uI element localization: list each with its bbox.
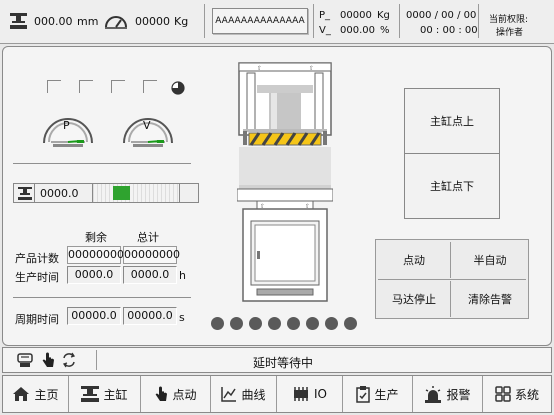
load-unit: Kg	[174, 15, 189, 28]
jog-button[interactable]: 点动	[378, 242, 451, 278]
indicator-box-4	[143, 80, 157, 93]
position-readout: 0000.0	[13, 183, 199, 203]
press-machine-diagram: ⇧ ⇧ ⇧ ⇧	[237, 62, 333, 302]
pressure-label: P_	[319, 10, 331, 21]
nav-system[interactable]: 系统	[483, 376, 551, 412]
position-progress-fill	[113, 186, 130, 200]
press-icon	[10, 13, 27, 29]
product-total-field[interactable]: 00000000	[123, 246, 180, 264]
production-time-unit: h	[179, 269, 186, 282]
product-remaining-field[interactable]: 00000000	[67, 246, 124, 264]
load-value: 00000	[135, 15, 170, 28]
product-count-label: 产品计数	[15, 252, 59, 265]
nav-alarm-label: 报警	[446, 387, 471, 402]
main-panel: P V 0000.0 剩余 总计 产品计数 00000000 00000000	[2, 46, 552, 346]
header-bar: 000.00 mm 00000 Kg AAAAAAAAAAAAAA P_ 000…	[0, 0, 554, 44]
date-display: 0000 / 00 / 00	[406, 10, 477, 21]
hand-icon[interactable]	[41, 352, 55, 368]
status-dot	[249, 317, 262, 330]
permission-label: 当前权限:	[489, 15, 529, 25]
nav-alarm[interactable]: 报警	[413, 376, 483, 412]
motor-stop-button[interactable]: 马达停止	[378, 281, 451, 317]
position-progress-track	[92, 184, 180, 202]
cycle-time-field-1[interactable]: 00000.0	[67, 307, 121, 325]
nav-home-label: 主页	[34, 387, 59, 402]
mode-button-group: 点动 半自动 马达停止 清除告警	[375, 239, 529, 319]
cylinder-icon	[81, 386, 100, 402]
status-dot	[306, 317, 319, 330]
cycle-time-label: 周期时间	[15, 313, 59, 326]
clipboard-icon	[356, 385, 371, 403]
production-total-field[interactable]: 0000.0	[123, 266, 177, 284]
alarm-icon	[425, 385, 442, 403]
cylinder-up-button[interactable]: 主缸点上	[404, 88, 500, 154]
io-icon	[294, 387, 308, 401]
status-dot	[230, 317, 243, 330]
press-icon	[18, 187, 32, 200]
production-time-label: 生产时间	[15, 271, 59, 284]
position-value: 0000.0	[40, 187, 79, 200]
system-icon	[495, 386, 511, 402]
hand-icon	[156, 386, 168, 401]
curve-icon	[221, 387, 237, 402]
nav-curve-label: 曲线	[241, 387, 266, 402]
displacement-unit: mm	[77, 15, 99, 28]
displacement-value: 000.00	[34, 15, 73, 28]
status-dot	[211, 317, 224, 330]
production-remaining-field[interactable]: 0000.0	[67, 266, 121, 284]
cylinder-down-button[interactable]: 主缸点下	[404, 153, 500, 219]
velocity-gauge: V	[121, 109, 175, 150]
nav-curve[interactable]: 曲线	[211, 376, 277, 412]
indicator-box-3	[111, 80, 125, 93]
semi-auto-button[interactable]: 半自动	[454, 242, 526, 278]
machine-title-box: AAAAAAAAAAAAAA	[212, 8, 308, 34]
status-dot	[268, 317, 281, 330]
cycle-time-field-2[interactable]: 00000.0	[123, 307, 177, 325]
status-dot	[344, 317, 357, 330]
velocity-gauge-label: V	[143, 119, 151, 132]
indicator-box-2	[79, 80, 93, 93]
total-header: 总计	[137, 231, 159, 244]
meter-icon	[105, 16, 127, 29]
permission-value[interactable]: 操作者	[496, 25, 523, 38]
nav-io[interactable]: IO	[277, 376, 343, 412]
printer-icon[interactable]	[17, 353, 33, 368]
pressure-unit: Kg	[377, 10, 390, 21]
pressure-gauge-label: P	[63, 119, 70, 132]
pressure-value: 00000	[340, 10, 372, 21]
pressure-gauge: P	[41, 109, 95, 150]
status-dot	[287, 317, 300, 330]
divider	[13, 297, 191, 298]
nav-cylinder-label: 主缸	[103, 387, 128, 402]
home-icon	[13, 387, 30, 401]
nav-jog-label: 点动	[172, 387, 197, 402]
nav-system-label: 系统	[514, 387, 539, 402]
nav-cylinder[interactable]: 主缸	[69, 376, 141, 412]
velocity-value: 000.00	[340, 25, 375, 36]
status-bar: 延时等待中	[2, 347, 552, 373]
nav-io-label: IO	[314, 387, 327, 401]
nav-production[interactable]: 生产	[343, 376, 413, 412]
time-display: 00 : 00 : 00	[420, 25, 478, 36]
indicator-box-1	[47, 80, 61, 93]
bottom-nav: 主页 主缸 点动 曲线 IO 生产 报警 系统	[2, 375, 552, 413]
status-dot	[325, 317, 338, 330]
svg-text:⇧: ⇧	[309, 65, 314, 72]
nav-home[interactable]: 主页	[3, 376, 69, 412]
divider	[13, 163, 191, 164]
clear-alarm-button[interactable]: 清除告警	[454, 281, 526, 317]
pie-status-icon	[171, 81, 185, 95]
status-message: 延时等待中	[253, 356, 314, 370]
velocity-label: V_	[319, 25, 331, 36]
remaining-header: 剩余	[85, 231, 107, 244]
nav-jog[interactable]: 点动	[141, 376, 211, 412]
nav-production-label: 生产	[374, 387, 399, 402]
velocity-unit: %	[380, 25, 390, 36]
cycle-time-unit: s	[179, 311, 185, 324]
svg-text:⇧: ⇧	[257, 65, 262, 72]
cycle-icon[interactable]	[61, 352, 77, 368]
